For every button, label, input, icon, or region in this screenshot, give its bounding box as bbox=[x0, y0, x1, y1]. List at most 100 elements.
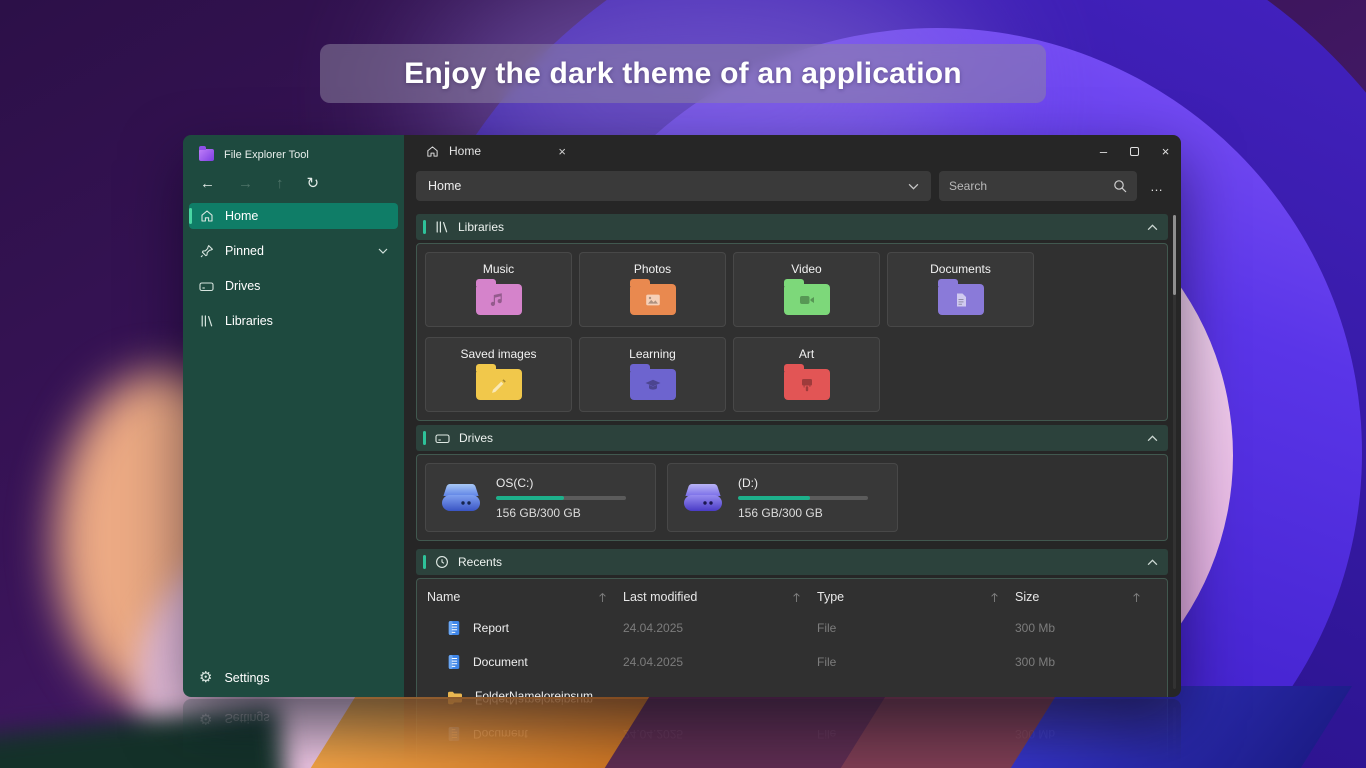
libraries-icon bbox=[199, 314, 214, 328]
nav-buttons: ← → ↑ ↻ bbox=[183, 165, 404, 193]
gear-icon: ⚙ bbox=[199, 669, 213, 686]
chevron-down-icon bbox=[378, 248, 388, 254]
home-icon bbox=[199, 209, 214, 223]
drive-card-c[interactable]: OS(C:) 156 GB/300 GB bbox=[425, 463, 656, 532]
section-accent bbox=[423, 431, 426, 445]
app-window: File Explorer Tool ← → ↑ ↻ Home bbox=[183, 135, 1181, 697]
titlebar: Home × – × bbox=[404, 135, 1181, 167]
saved-images-folder-icon bbox=[475, 364, 522, 400]
drive-info: OS(C:) 156 GB/300 GB bbox=[496, 476, 626, 520]
chevron-up-icon[interactable] bbox=[1147, 434, 1158, 442]
file-name: Report bbox=[473, 621, 510, 635]
scrollbar[interactable] bbox=[1173, 215, 1176, 689]
column-label: Type bbox=[817, 590, 845, 604]
drive-name: OS(C:) bbox=[496, 475, 534, 490]
file-name-cell: FolderNameloreipsum bbox=[427, 689, 623, 697]
column-header-last-modified[interactable]: Last modified bbox=[623, 590, 817, 604]
sidebar-item-label: Pinned bbox=[225, 244, 264, 258]
file-modified: 24.04.2025 bbox=[623, 621, 684, 635]
file-name: FolderNameloreipsum bbox=[475, 689, 594, 697]
sidebar-nav: Home Pinned Drives Libraries bbox=[183, 203, 404, 334]
file-name: Document bbox=[473, 655, 528, 669]
clock-icon bbox=[435, 555, 449, 569]
app-title: File Explorer Tool bbox=[224, 149, 309, 161]
minimize-button[interactable]: – bbox=[1088, 135, 1119, 167]
document-file-icon bbox=[447, 620, 461, 636]
chevron-up-icon[interactable] bbox=[1147, 223, 1158, 231]
column-label: Last modified bbox=[623, 590, 698, 604]
column-label: Size bbox=[1015, 590, 1040, 604]
section-title: Drives bbox=[459, 431, 494, 445]
library-card-learning[interactable]: Learning bbox=[579, 337, 726, 412]
hard-drive-icon bbox=[682, 482, 724, 514]
hard-drive-icon bbox=[440, 482, 482, 514]
chevron-down-icon[interactable] bbox=[908, 183, 919, 190]
recents-panel: Name Last modified Type Size bbox=[416, 578, 1168, 697]
column-label: Name bbox=[427, 590, 461, 604]
sidebar: File Explorer Tool ← → ↑ ↻ Home bbox=[183, 135, 404, 697]
drive-icon bbox=[435, 433, 450, 444]
app-title-row: File Explorer Tool bbox=[183, 135, 404, 165]
scrollbar-thumb[interactable] bbox=[1173, 215, 1176, 295]
column-header-size[interactable]: Size bbox=[1015, 590, 1157, 604]
maximize-button[interactable] bbox=[1119, 135, 1150, 167]
learning-folder-icon bbox=[629, 364, 676, 400]
library-card-photos[interactable]: Photos bbox=[579, 252, 726, 327]
drive-card-d[interactable]: (D:) 156 GB/300 GB bbox=[667, 463, 898, 532]
sidebar-item-label: Drives bbox=[225, 279, 261, 293]
library-card-art[interactable]: Art bbox=[733, 337, 880, 412]
library-card-video[interactable]: Video bbox=[733, 252, 880, 327]
folder-file-icon bbox=[447, 690, 463, 697]
maximize-icon bbox=[1130, 146, 1139, 156]
sort-up-icon bbox=[598, 592, 607, 603]
file-name-cell: Report bbox=[427, 620, 623, 636]
tab-close-icon[interactable]: × bbox=[558, 144, 566, 159]
library-card-label: Documents bbox=[930, 262, 991, 276]
address-bar[interactable]: Home bbox=[416, 171, 931, 201]
close-button[interactable]: × bbox=[1150, 135, 1181, 167]
libraries-icon bbox=[435, 220, 449, 234]
drive-name: (D:) bbox=[738, 475, 758, 490]
refresh-icon[interactable]: ↻ bbox=[307, 176, 320, 191]
drive-icon bbox=[199, 281, 214, 292]
up-icon[interactable]: ↑ bbox=[276, 176, 284, 191]
tab-home[interactable]: Home × bbox=[426, 144, 566, 159]
documents-folder-icon bbox=[937, 279, 984, 315]
art-folder-icon bbox=[783, 364, 830, 400]
library-card-documents[interactable]: Documents bbox=[887, 252, 1034, 327]
file-size: 300 Mb bbox=[1015, 655, 1056, 669]
search-icon[interactable] bbox=[1113, 179, 1127, 193]
sidebar-item-home[interactable]: Home bbox=[189, 203, 398, 229]
video-folder-icon bbox=[783, 279, 830, 315]
library-card-saved-images[interactable]: Saved images bbox=[425, 337, 572, 412]
sidebar-item-drives[interactable]: Drives bbox=[189, 273, 398, 299]
banner: Enjoy the dark theme of an application bbox=[320, 44, 1046, 103]
forward-icon[interactable]: → bbox=[238, 176, 253, 191]
sidebar-item-label: Home bbox=[225, 209, 259, 223]
library-card-label: Art bbox=[798, 347, 815, 361]
library-card-label: Photos bbox=[633, 262, 672, 276]
file-size: 300 Mb bbox=[1015, 621, 1056, 635]
main-pane: Home × – × Home bbox=[404, 135, 1181, 697]
sidebar-item-settings[interactable]: ⚙ Settings bbox=[199, 670, 270, 685]
search-input[interactable] bbox=[949, 179, 1113, 193]
sidebar-item-libraries[interactable]: Libraries bbox=[189, 308, 398, 334]
column-header-type[interactable]: Type bbox=[817, 590, 1015, 604]
file-type: File bbox=[817, 621, 837, 635]
library-card-music[interactable]: Music bbox=[425, 252, 572, 327]
section-header-drives[interactable]: Drives bbox=[416, 425, 1168, 451]
content-area: Libraries Music Photos bbox=[404, 205, 1181, 697]
section-header-recents[interactable]: Recents bbox=[416, 549, 1168, 575]
section-header-libraries[interactable]: Libraries bbox=[416, 214, 1168, 240]
table-row[interactable]: Report 24.04.2025 File 300 Mb bbox=[427, 611, 1157, 645]
sidebar-item-pinned[interactable]: Pinned bbox=[189, 238, 398, 264]
table-row[interactable]: Document 24.04.2025 File 300 Mb bbox=[427, 645, 1157, 679]
section-title: Libraries bbox=[458, 220, 505, 234]
column-header-name[interactable]: Name bbox=[427, 590, 623, 604]
file-modified: 24.04.2025 bbox=[623, 655, 684, 669]
back-icon[interactable]: ← bbox=[200, 176, 215, 191]
drive-usage-text: 156 GB/300 GB bbox=[496, 505, 581, 520]
table-row[interactable]: FolderNameloreipsum bbox=[427, 679, 1157, 697]
more-button[interactable]: … bbox=[1145, 179, 1169, 194]
chevron-up-icon[interactable] bbox=[1147, 558, 1158, 566]
